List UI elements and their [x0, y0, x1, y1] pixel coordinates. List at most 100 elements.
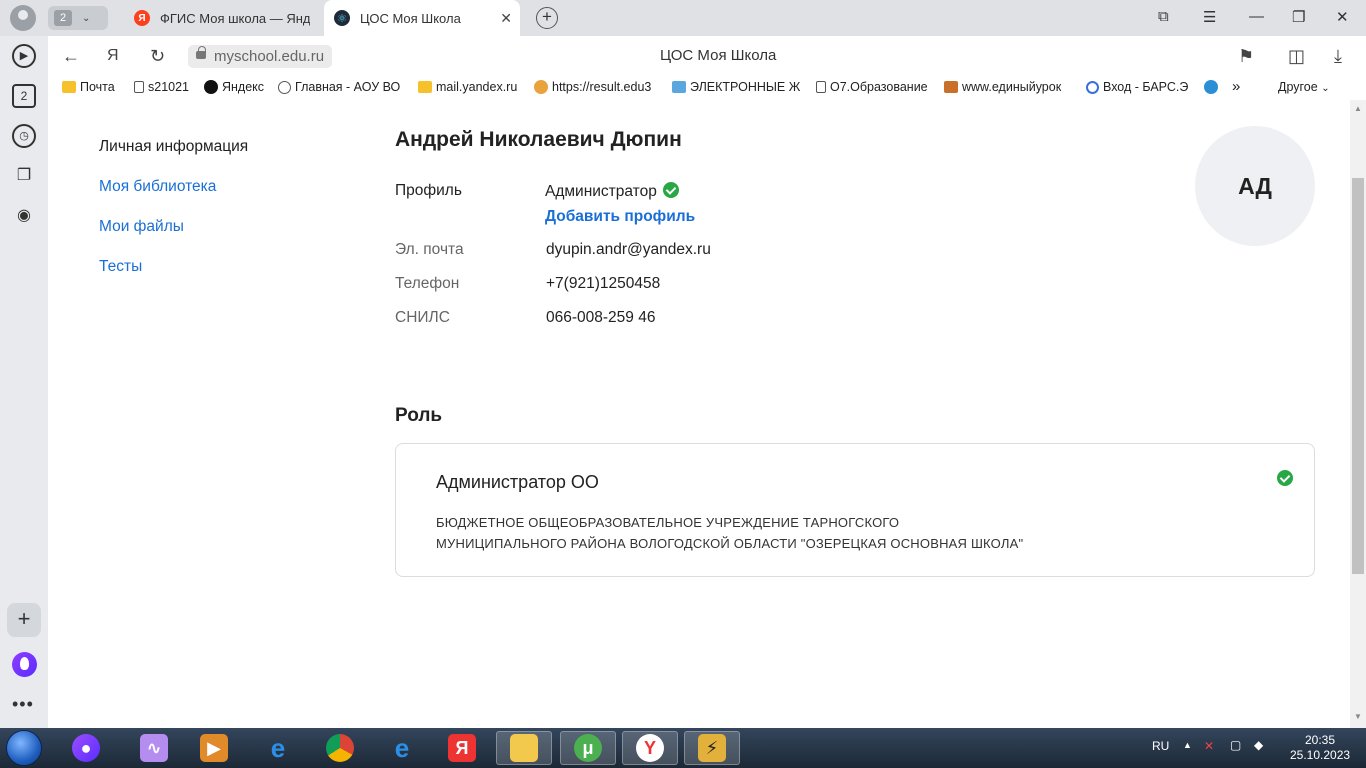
document-icon: [816, 81, 826, 93]
role-heading: Роль: [395, 405, 443, 426]
chevron-down-icon: ⌄: [1321, 83, 1330, 94]
book-icon: [944, 81, 958, 93]
action-center-icon[interactable]: ▢: [1230, 738, 1241, 768]
role-verified-check-icon: [1277, 470, 1293, 486]
language-indicator[interactable]: RU: [1152, 739, 1169, 768]
bookmark-item[interactable]: Почта: [62, 80, 115, 94]
bookmark-icon[interactable]: ⚑: [1238, 46, 1254, 67]
mail-icon: [62, 81, 76, 93]
user-full-name: Андрей Николаевич Дюпин: [395, 128, 682, 151]
avatar: АД: [1195, 126, 1315, 246]
bookmark-item[interactable]: ЭЛЕКТРОННЫЕ Ж: [672, 80, 800, 94]
winamp-icon: ⚡: [698, 734, 726, 762]
bookmark-item[interactable]: www.единыйурок: [944, 80, 1061, 94]
scroll-up-icon[interactable]: ▲: [1354, 104, 1362, 113]
media-player-icon: ▶: [200, 734, 228, 762]
bookmark-item[interactable]: [1204, 80, 1222, 94]
taskbar-winamp[interactable]: ⚡: [684, 731, 740, 765]
taskbar-explorer[interactable]: [496, 731, 552, 765]
phone-value: +7(921)1250458: [546, 275, 661, 292]
add-profile-link[interactable]: Добавить профиль: [545, 208, 695, 226]
scrollbar-thumb[interactable]: [1352, 178, 1364, 574]
download-icon[interactable]: ⤓: [1334, 46, 1342, 67]
add-panel-button[interactable]: +: [7, 603, 41, 637]
bookmark-item[interactable]: О7.Образование: [816, 80, 928, 94]
nav-personal-info[interactable]: Личная информация: [99, 138, 248, 156]
badge-count-icon[interactable]: 2: [12, 84, 36, 108]
bookmarks-more-button[interactable]: »: [1232, 78, 1240, 95]
chevron-down-icon: ⌄: [82, 12, 91, 24]
result-icon: [534, 80, 548, 94]
tab-title: ЦОС Моя Школа: [360, 10, 461, 26]
scroll-down-icon[interactable]: ▼: [1354, 712, 1362, 721]
taskbar-ie-2[interactable]: e: [374, 731, 430, 765]
snils-value: 066-008-259 46: [546, 309, 656, 326]
bookmark-item[interactable]: mail.yandex.ru: [418, 80, 517, 94]
back-arrow-icon[interactable]: ←: [62, 46, 80, 67]
taskbar-media-player[interactable]: ▶: [186, 731, 242, 765]
bookmarks-panel-icon[interactable]: ⧉: [1158, 8, 1169, 25]
reload-icon[interactable]: ↻: [150, 46, 165, 67]
page-title: ЦОС Моя Школа: [660, 47, 777, 64]
email-label: Эл. почта: [395, 241, 464, 258]
new-tab-button[interactable]: +: [536, 7, 558, 29]
restore-icon[interactable]: ❐: [1292, 8, 1305, 26]
notes-icon[interactable]: ❐: [12, 164, 36, 188]
defender-icon[interactable]: ◆: [1254, 738, 1263, 768]
address-bar[interactable]: myschool.edu.ru: [188, 45, 333, 68]
menu-icon[interactable]: ☰: [1203, 8, 1216, 26]
alice-assistant-icon[interactable]: [12, 652, 37, 677]
yandex-browser-icon: Я: [448, 734, 476, 762]
collections-icon[interactable]: ◫: [1288, 46, 1305, 67]
toolbar: ← Я ↻ myschool.edu.ru ЦОС Моя Школа ⚑ ◫ …: [48, 36, 1366, 76]
taskbar-chrome[interactable]: [312, 731, 368, 765]
taskbar-utorrent[interactable]: μ: [560, 731, 616, 765]
nav-tests[interactable]: Тесты: [99, 258, 142, 276]
history-clock-icon[interactable]: ◷: [12, 124, 36, 148]
close-window-icon[interactable]: ✕: [1336, 8, 1349, 26]
tab-bar: 2 ⌄ Я ФГИС Моя школа — Янде ⚛ ЦОС Моя Шк…: [0, 0, 1366, 36]
yandex-favicon-icon: Я: [134, 10, 150, 26]
bookmark-item[interactable]: Вход - БАРС.Э: [1086, 80, 1188, 94]
profile-label: Профиль: [395, 182, 462, 199]
tab-title: ФГИС Моя школа — Янде: [160, 10, 310, 26]
play-icon[interactable]: ▶: [12, 44, 36, 68]
phone-label: Телефон: [395, 275, 460, 292]
yandex-browser-icon: Y: [636, 734, 664, 762]
bookmark-item[interactable]: Главная - АОУ ВО: [278, 80, 400, 94]
app-icon: ∿: [140, 734, 168, 762]
profile-value: Администратор: [545, 182, 679, 201]
network-error-icon[interactable]: ✕: [1204, 739, 1214, 768]
start-button-icon[interactable]: [6, 730, 42, 766]
browser-sidebar: ▶ 2 ◷ ❐ ◉ + •••: [0, 36, 48, 728]
screenshot-camera-icon[interactable]: ◉: [12, 204, 36, 228]
taskbar-app[interactable]: ∿: [126, 731, 182, 765]
taskbar-alice[interactable]: ●: [58, 731, 114, 765]
internet-explorer-icon: e: [394, 732, 410, 763]
minimize-icon[interactable]: —: [1249, 8, 1264, 25]
folder-icon: [510, 734, 538, 762]
tab-fgis-myschool[interactable]: Я ФГИС Моя школа — Янде: [124, 0, 320, 36]
mail-icon: [418, 81, 432, 93]
yandex-logo-icon[interactable]: Я: [107, 47, 119, 65]
taskbar-ie[interactable]: e: [250, 731, 306, 765]
tray-expand-icon[interactable]: ▲: [1183, 740, 1192, 768]
tab-group-button[interactable]: 2 ⌄: [48, 6, 108, 30]
document-icon: [134, 81, 144, 93]
profile-icon[interactable]: [10, 5, 36, 31]
taskbar-yandex-active[interactable]: Y: [622, 731, 678, 765]
close-tab-icon[interactable]: ✕: [500, 10, 512, 27]
page-scrollbar[interactable]: ▲ ▼: [1350, 100, 1366, 728]
bookmark-item[interactable]: Яндекс: [204, 80, 264, 94]
nav-my-library[interactable]: Моя библиотека: [99, 178, 216, 196]
nav-my-files[interactable]: Мои файлы: [99, 218, 184, 236]
taskbar-yandex[interactable]: Я: [434, 731, 490, 765]
more-dots-icon[interactable]: •••: [12, 694, 34, 715]
other-bookmarks-button[interactable]: Другое ⌄: [1278, 80, 1330, 94]
react-favicon-icon: ⚛: [334, 10, 350, 26]
bookmark-item[interactable]: s21021: [134, 80, 189, 94]
bookmark-item[interactable]: https://result.edu3: [534, 80, 651, 94]
tab-cos-myschool[interactable]: ⚛ ЦОС Моя Школа ✕: [324, 0, 520, 36]
system-clock[interactable]: 20:35 25.10.2023: [1290, 733, 1350, 763]
clock-time: 20:35: [1304, 733, 1336, 747]
